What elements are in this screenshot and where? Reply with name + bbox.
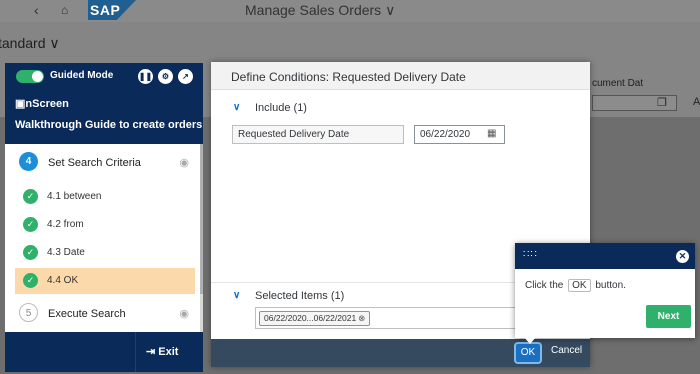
step-list: 4 Set Search Criteria ◉ ✓ 4.1 between ✓ … [5, 144, 203, 332]
step-scrollbar-thumb[interactable] [200, 144, 203, 294]
next-button[interactable]: Next [646, 305, 691, 328]
exit-label: Exit [158, 346, 179, 358]
condition-field-select[interactable]: Requested Delivery Date [232, 125, 404, 144]
exit-icon: ⇥ [146, 346, 156, 358]
home-icon[interactable]: ⌂ [61, 3, 68, 17]
tooltip-message: Click the OK button. [525, 279, 626, 292]
step-item[interactable]: 5 Execute Search ◉ [15, 300, 195, 326]
step-label: Execute Search [48, 308, 126, 320]
substep-item[interactable]: ✓ 4.3 Date [15, 240, 195, 266]
remove-token-icon[interactable]: ⊗ [358, 313, 365, 323]
eye-icon[interactable]: ◉ [179, 307, 189, 320]
include-section-title[interactable]: Include (1) [255, 102, 307, 114]
guide-panel: Guided Mode ❚❚ ⚙ ↗ ▣nScreen Walkthrough … [5, 63, 203, 372]
step-label: Set Search Criteria [48, 157, 141, 169]
footer-divider [135, 332, 136, 372]
check-icon: ✓ [23, 245, 38, 260]
step-item[interactable]: 4 Set Search Criteria ◉ [15, 149, 195, 175]
adapt-filters-link[interactable]: A [693, 96, 700, 108]
sap-logo[interactable]: SAP [88, 0, 136, 20]
back-icon[interactable]: ‹ [34, 2, 39, 18]
variant-selector[interactable]: tandard ∨ [0, 35, 60, 52]
selected-items-box[interactable]: 06/22/2020...06/22/2021 ⊗ [255, 307, 555, 329]
chevron-down-icon[interactable]: ∨ [233, 290, 240, 301]
drag-handle-icon[interactable]: ∷∷ [523, 249, 538, 260]
step-number: 5 [19, 303, 38, 322]
selected-token[interactable]: 06/22/2020...06/22/2021 ⊗ [259, 311, 371, 326]
gear-icon[interactable]: ⚙ [158, 69, 173, 84]
cancel-button[interactable]: Cancel [551, 345, 582, 356]
selected-items-title[interactable]: Selected Items (1) [255, 290, 344, 302]
dialog-title: Define Conditions: Requested Delivery Da… [231, 70, 466, 84]
tooltip-pointer [524, 337, 536, 344]
document-date-label: cument Dat [592, 78, 644, 89]
substep-label: 4.1 between [47, 191, 102, 202]
pause-icon[interactable]: ❚❚ [138, 69, 153, 84]
calendar-icon[interactable]: ▦ [487, 128, 496, 139]
tooltip-ok-chip: OK [568, 279, 591, 292]
guided-mode-toggle[interactable] [16, 70, 44, 83]
dialog-header: Define Conditions: Requested Delivery Da… [211, 62, 590, 90]
guide-tooltip: ∷∷ ✕ Click the OK button. Next [515, 243, 695, 338]
substep-item[interactable]: ✓ 4.2 from [15, 212, 195, 238]
brand-logo: ▣nScreen [15, 98, 69, 110]
popout-icon[interactable]: ↗ [178, 69, 193, 84]
check-icon: ✓ [23, 189, 38, 204]
guide-title: Walkthrough Guide to create orders [15, 119, 203, 131]
substep-label: 4.4 OK [47, 275, 79, 286]
step-number: 4 [19, 152, 38, 171]
close-icon[interactable]: ✕ [676, 250, 689, 263]
substep-item[interactable]: ✓ 4.1 between [15, 184, 195, 210]
token-label: 06/22/2020...06/22/2021 [264, 313, 357, 323]
check-icon: ✓ [23, 217, 38, 232]
shell-bar: ‹ ⌂ SAP Manage Sales Orders ∨ [0, 0, 700, 22]
tooltip-header[interactable]: ∷∷ ✕ [515, 243, 695, 269]
substep-label: 4.2 from [47, 219, 84, 230]
substep-label: 4.3 Date [47, 247, 85, 258]
exit-button[interactable]: ⇥ Exit [146, 345, 178, 358]
eye-icon[interactable]: ◉ [179, 156, 189, 169]
check-icon: ✓ [23, 273, 38, 288]
guided-mode-label: Guided Mode [50, 70, 114, 81]
value-help-icon[interactable]: ❐ [657, 96, 667, 109]
tooltip-text-after: button. [595, 280, 626, 291]
ok-button[interactable]: OK [516, 344, 540, 362]
chevron-down-icon[interactable]: ∨ [233, 102, 240, 113]
app-title[interactable]: Manage Sales Orders ∨ [245, 2, 395, 19]
substep-item-active[interactable]: ✓ 4.4 OK [15, 268, 195, 294]
tooltip-text-before: Click the [525, 280, 564, 291]
